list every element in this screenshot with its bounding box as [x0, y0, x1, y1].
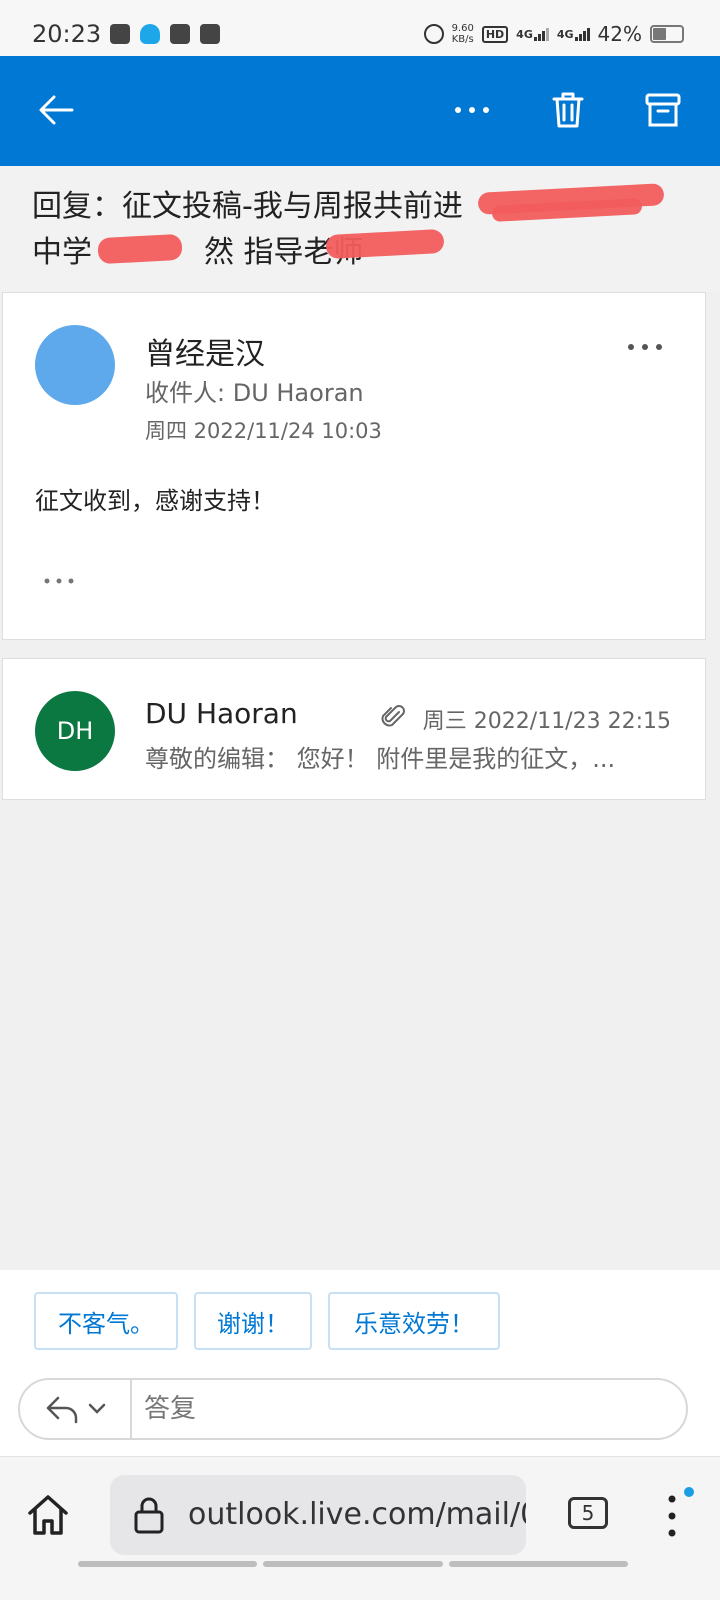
status-bar: 20:23 9.60 KB/s HD 4G 4G 42% [0, 0, 720, 56]
avatar[interactable]: DH [35, 691, 115, 771]
wechat-icon [170, 24, 190, 44]
address-bar[interactable]: outlook.live.com/mail/0/ [110, 1475, 526, 1555]
thread-message-item[interactable]: DH DU Haoran 周三 2022/11/23 22:15 尊敬的编辑： … [2, 658, 706, 800]
message-card: 曾经是汉 收件人: DU Haoran 周四 2022/11/24 10:03 … [2, 292, 706, 640]
redaction-mark [97, 233, 183, 265]
lock-icon [134, 1497, 164, 1534]
reply-input[interactable] [144, 1392, 664, 1426]
reply-pill [18, 1378, 688, 1440]
message-date: 周四 2022/11/24 10:03 [145, 419, 382, 443]
more-horizontal-icon [628, 344, 662, 350]
tabs-button[interactable]: 5 [568, 1497, 608, 1529]
avatar[interactable] [35, 325, 115, 405]
more-actions-button[interactable] [444, 82, 500, 138]
more-horizontal-icon [455, 107, 489, 113]
archive-icon [645, 93, 681, 127]
status-time: 20:23 [32, 20, 102, 48]
signal-2-icon: 4G [557, 27, 590, 41]
chevron-down-icon [88, 1403, 106, 1414]
more-vertical-icon[interactable] [660, 1491, 684, 1541]
arrow-left-icon [39, 95, 74, 125]
reply-icon [46, 1396, 78, 1424]
ellipsis-icon [44, 578, 74, 584]
thread-preview: 尊敬的编辑： 您好！ 附件里是我的征文，... [145, 745, 616, 773]
battery-icon [650, 25, 684, 43]
recipient-line[interactable]: 收件人: DU Haoran [145, 373, 364, 408]
gesture-bar [78, 1561, 628, 1567]
qq-icon [140, 24, 160, 44]
show-quoted-button[interactable] [39, 571, 79, 591]
quick-reply-button[interactable]: 不客气。 [34, 1292, 178, 1350]
quick-reply-button[interactable]: 乐意效劳！ [328, 1292, 500, 1350]
url-text: outlook.live.com/mail/0/ [188, 1497, 526, 1532]
message-more-button[interactable] [625, 337, 665, 357]
signal-1-icon: 4G [516, 27, 549, 41]
message-body: 征文收到，感谢支持！ [35, 487, 275, 515]
email-subject: 回复：征文投稿-我与周报共前进 中学然 指导老师 [0, 166, 720, 292]
status-right: 9.60 KB/s HD 4G 4G 42% [423, 22, 684, 46]
delete-button[interactable] [540, 82, 596, 138]
thread-date: 周三 2022/11/23 22:15 [422, 709, 671, 734]
sender-name[interactable]: 曾经是汉 [145, 329, 265, 373]
tv-app-icon [110, 24, 130, 44]
thread-sender: DU Haoran [145, 697, 298, 730]
home-icon[interactable] [24, 1491, 72, 1539]
notification-dot [684, 1487, 694, 1497]
cat-app-icon [200, 24, 220, 44]
paperclip-icon [381, 705, 405, 727]
browser-toolbar: outlook.live.com/mail/0/ 5 [0, 1456, 720, 1600]
alarm-icon [423, 24, 444, 44]
battery-percent: 42% [597, 22, 642, 46]
quick-replies: 不客气。 谢谢！ 乐意效劳！ [0, 1270, 720, 1370]
archive-button[interactable] [635, 82, 691, 138]
app-bar [0, 56, 720, 166]
hd-voice-icon: HD [481, 25, 509, 43]
back-button[interactable] [28, 82, 84, 138]
reply-bar [0, 1370, 720, 1456]
network-speed: 9.60 KB/s [451, 23, 474, 45]
trash-icon [552, 92, 584, 128]
reply-type-button[interactable] [20, 1380, 132, 1438]
quick-reply-button[interactable]: 谢谢！ [194, 1292, 312, 1350]
notification-icons [110, 24, 220, 44]
